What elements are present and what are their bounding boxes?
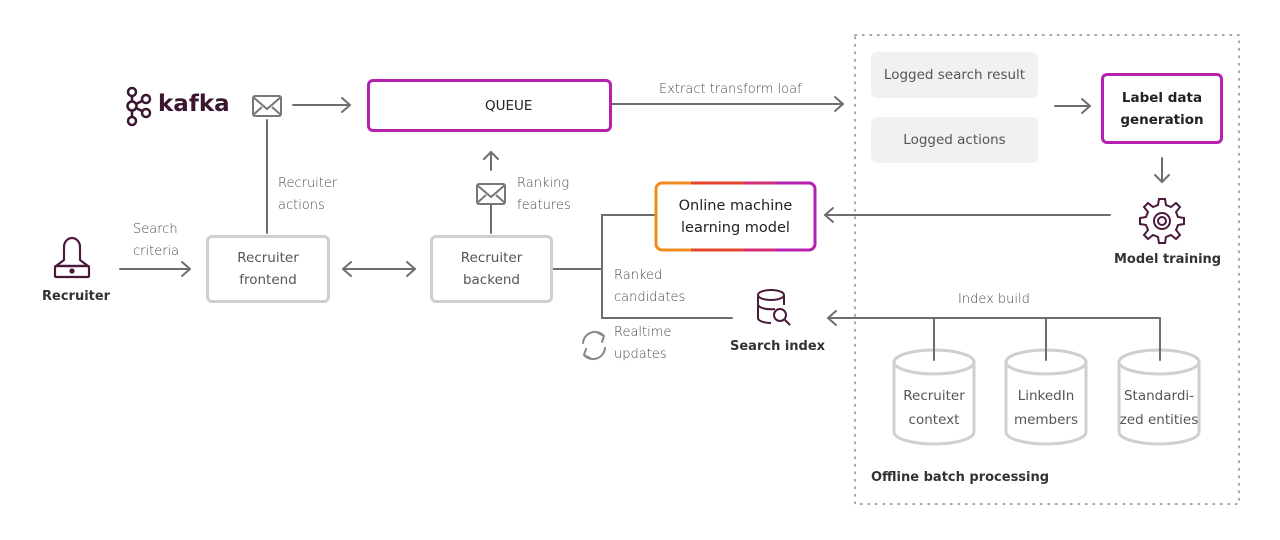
edge-label-recruiter-actions: Recruiter actions xyxy=(278,173,337,217)
kafka-logo-text: kafka xyxy=(158,91,230,117)
edge-label-line: candidates xyxy=(614,290,686,305)
db-label-linkedin-members: LinkedIn members xyxy=(1001,384,1091,432)
edge-label-extract: Extract transform loaf xyxy=(659,82,802,97)
edge-label-line: Search xyxy=(133,222,178,237)
recruiter-backend-node[interactable]: Recruiter backend xyxy=(430,235,553,303)
edge-label-line: features xyxy=(517,198,571,213)
edge-label-line: Ranked xyxy=(614,268,663,283)
db-label-recruiter-context: Recruiter context xyxy=(889,384,979,432)
gear-icon xyxy=(1139,198,1185,244)
logged-search-result-node[interactable]: Logged search result xyxy=(871,52,1038,98)
node-label-line: frontend xyxy=(239,272,297,288)
edge-label-line: Ranking xyxy=(517,176,570,191)
edge-label-line: updates xyxy=(614,347,667,362)
db-label-line: context xyxy=(908,412,960,428)
node-label-line: generation xyxy=(1120,111,1204,128)
node-label-line: Online machine xyxy=(678,197,793,214)
edge-label-line: Recruiter xyxy=(278,176,338,191)
edge-label-ranking-features: Ranking features xyxy=(517,173,571,217)
edge-label-line: Realtime xyxy=(614,325,672,340)
db-label-line: zed entities xyxy=(1119,412,1199,428)
db-label-line: Recruiter xyxy=(903,388,965,404)
db-label-line: LinkedIn xyxy=(1017,388,1075,404)
edge-label-line: actions xyxy=(278,198,325,213)
offline-group-label: Offline batch processing xyxy=(871,470,1050,485)
edge-label-ranked-candidates: Ranked candidates xyxy=(614,265,685,309)
kafka-logo-icon xyxy=(126,86,152,127)
db-label-line: members xyxy=(1013,412,1079,428)
db-label-line: Standardi- xyxy=(1123,388,1195,404)
node-label: Logged search result xyxy=(883,67,1026,83)
model-training-label: Model training xyxy=(1114,252,1222,267)
recruiter-laptop-icon xyxy=(53,236,91,279)
edge-label-index-build: Index build xyxy=(958,292,1030,307)
recruiter-label: Recruiter xyxy=(42,289,111,304)
refresh-icon xyxy=(582,330,606,361)
node-label: Logged actions xyxy=(903,132,1006,148)
ml-model-node[interactable]: Online machine learning model xyxy=(656,183,815,250)
queue-label: QUEUE xyxy=(485,97,533,114)
node-label-line: Recruiter xyxy=(460,250,523,266)
node-label-line: backend xyxy=(462,272,521,288)
edge-label-line: criteria xyxy=(133,244,180,259)
label-data-generation-node[interactable]: Label data generation xyxy=(1101,73,1223,144)
edge-label-search-criteria: Search criteria xyxy=(133,219,179,263)
node-label-line: Label data xyxy=(1121,89,1203,106)
db-label-standardized-entities: Standardi- zed entities xyxy=(1114,384,1204,432)
mail-icon xyxy=(252,95,282,117)
queue-node[interactable]: QUEUE xyxy=(367,79,612,132)
logged-actions-node[interactable]: Logged actions xyxy=(871,117,1038,163)
edge-label-realtime-updates: Realtime updates xyxy=(614,322,671,366)
recruiter-frontend-node[interactable]: Recruiter frontend xyxy=(206,235,330,303)
search-index-label: Search index xyxy=(730,339,826,354)
database-search-icon xyxy=(757,289,791,326)
node-label-line: Recruiter xyxy=(237,250,299,266)
node-label-line: learning model xyxy=(681,219,790,236)
mail-icon xyxy=(476,183,506,205)
